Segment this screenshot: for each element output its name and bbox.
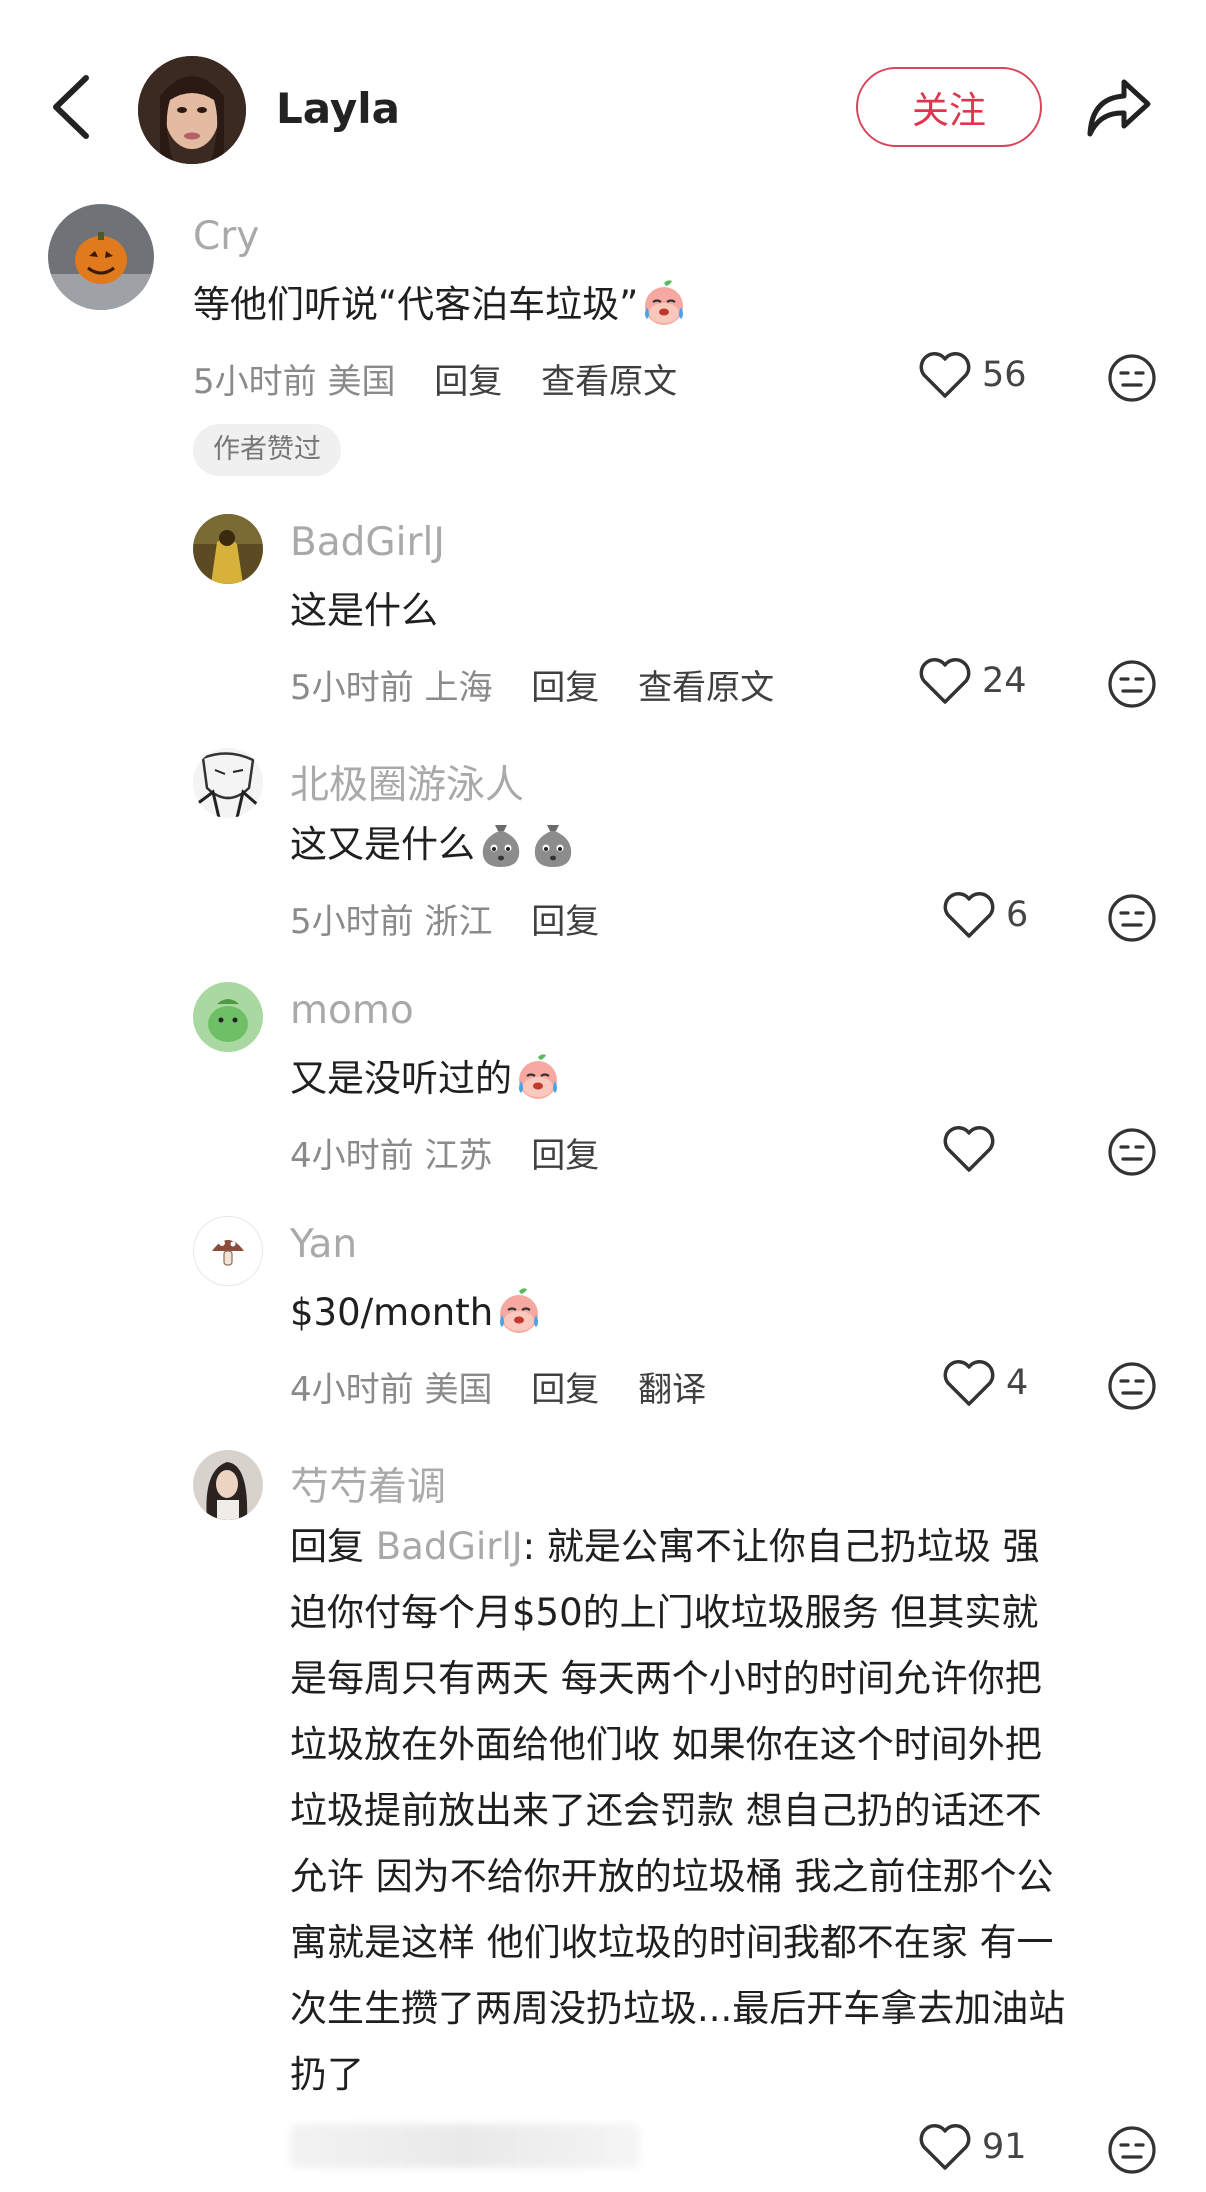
- crying-peach-emoji-icon: [519, 1053, 557, 1099]
- comment-text-line: 垃圾放在外面给他们收 如果你在这个时间外把: [290, 1723, 1042, 1766]
- comment-text-body: 这又是什么: [290, 823, 475, 866]
- heart-outline-icon: [943, 1360, 995, 1406]
- reply-prefix: 回复: [290, 1525, 364, 1568]
- comment-time: 4小时前: [290, 1136, 414, 1176]
- heart-outline-icon: [919, 352, 971, 398]
- comment-meta: 5小时前 美国 回复 查看原文: [193, 354, 677, 403]
- like-count: 91: [982, 2127, 1027, 2167]
- commenter-username[interactable]: 北极圈游泳人: [290, 754, 524, 810]
- meh-face-icon[interactable]: [1106, 892, 1158, 944]
- commenter-avatar[interactable]: [193, 514, 263, 584]
- comment-text: $30/month: [290, 1280, 545, 1346]
- commenter-username[interactable]: 芍芍着调: [290, 1456, 446, 1512]
- comment-text-body: $30/month: [290, 1291, 494, 1334]
- commenter-username[interactable]: Cry: [193, 214, 259, 259]
- comment-text: 这是什么: [290, 589, 438, 632]
- commenter-avatar[interactable]: [193, 748, 263, 818]
- like-button[interactable]: 91: [918, 2122, 1027, 2172]
- comment-time: 5小时前: [193, 362, 317, 402]
- share-icon[interactable]: [1086, 76, 1152, 138]
- crying-peach-emoji-icon: [500, 1287, 539, 1333]
- commenter-avatar[interactable]: [48, 204, 154, 310]
- comment-meta: 4小时前 美国 回复 翻译: [290, 1362, 706, 1411]
- commenter-username[interactable]: momo: [290, 988, 414, 1033]
- translate-button[interactable]: 翻译: [638, 1370, 706, 1410]
- comment-time: 4小时前: [290, 1370, 414, 1410]
- comment-location: 浙江: [424, 902, 493, 942]
- meh-face-icon[interactable]: [1106, 2124, 1158, 2176]
- view-original-button[interactable]: 查看原文: [638, 668, 774, 708]
- meh-face-icon[interactable]: [1106, 1360, 1158, 1412]
- like-button[interactable]: 24: [918, 656, 1027, 706]
- comment-location: 上海: [424, 668, 493, 708]
- comment-text: 这又是什么: [290, 812, 579, 878]
- like-count: 56: [982, 355, 1027, 395]
- reply-button[interactable]: 回复: [531, 1370, 599, 1410]
- like-button[interactable]: 6: [942, 890, 1028, 940]
- comment-text-line: 迫你付每个月$50的上门收垃圾服务 但其实就: [290, 1591, 1039, 1634]
- like-count: 4: [1006, 1363, 1029, 1403]
- comment-time: 5小时前: [290, 668, 414, 708]
- reply-button[interactable]: 回复: [434, 362, 502, 402]
- meh-face-icon[interactable]: [1106, 1126, 1158, 1178]
- like-button[interactable]: [942, 1124, 996, 1174]
- commenter-avatar[interactable]: [193, 1216, 263, 1286]
- like-count: 24: [982, 661, 1027, 701]
- follow-button[interactable]: 关注: [856, 67, 1042, 147]
- reply-button[interactable]: 回复: [531, 668, 599, 708]
- heart-outline-icon: [919, 2124, 971, 2170]
- meh-face-icon[interactable]: [1106, 658, 1158, 710]
- heart-outline-icon: [919, 658, 971, 704]
- comment-text-line: 垃圾提前放出来了还会罚款 想自己扔的话还不: [290, 1789, 1042, 1832]
- comment-text-line: 回复 BadGirlJ: 就是公寓不让你自己扔垃圾 强: [290, 1514, 1170, 1580]
- author-liked-badge: 作者赞过: [193, 424, 341, 476]
- like-count: 6: [1006, 895, 1029, 935]
- comment-text-line: 寓就是这样 他们收垃圾的时间我都不在家 有一: [290, 1921, 1054, 1964]
- comment-meta: 5小时前 浙江 回复: [290, 894, 599, 943]
- gray-bag-emoji-icon: [534, 824, 572, 867]
- comment-text-body: 又是没听过的: [290, 1057, 512, 1100]
- comment-text-line: 扔了: [290, 2053, 364, 2096]
- meh-face-icon[interactable]: [1106, 352, 1158, 404]
- commenter-username[interactable]: BadGirlJ: [290, 520, 445, 565]
- comment-location: 美国: [424, 1370, 493, 1410]
- commenter-avatar[interactable]: [193, 1450, 263, 1520]
- comment-text: 回复 BadGirlJ: 就是公寓不让你自己扔垃圾 强 迫你付每个月$50的上门…: [290, 1514, 1170, 2108]
- comment-text-line: 允许 因为不给你开放的垃圾桶 我之前住那个公: [290, 1855, 1054, 1898]
- reply-target-username[interactable]: BadGirlJ: [376, 1525, 523, 1568]
- comment-text-body: 等他们听说“代客泊车垃圾”: [193, 283, 639, 326]
- heart-outline-icon: [943, 892, 995, 938]
- comment-time: 5小时前: [290, 902, 414, 942]
- comment-location: 江苏: [424, 1136, 493, 1176]
- reply-button[interactable]: 回复: [531, 1136, 599, 1176]
- comment-text-line: 是每周只有两天 每天两个小时的时间允许你把: [290, 1657, 1042, 1700]
- back-chevron-icon[interactable]: [48, 72, 94, 142]
- view-original-button[interactable]: 查看原文: [541, 362, 677, 402]
- like-button[interactable]: 56: [918, 350, 1027, 400]
- comment-text-segment: : 就是公寓不让你自己扔垃圾 强: [522, 1525, 1040, 1568]
- commenter-avatar[interactable]: [193, 982, 263, 1052]
- like-button[interactable]: 4: [942, 1358, 1028, 1408]
- commenter-username[interactable]: Yan: [290, 1222, 357, 1267]
- comment-text-line: 次生生攒了两周没扔垃圾...最后开车拿去加油站: [290, 1987, 1066, 2030]
- comment-meta: 5小时前 上海 回复 查看原文: [290, 660, 774, 709]
- comment-meta: 4小时前 江苏 回复: [290, 1128, 599, 1177]
- profile-avatar[interactable]: [138, 56, 246, 164]
- gray-bag-emoji-icon: [482, 824, 520, 867]
- heart-outline-icon: [943, 1126, 995, 1172]
- comment-location: 美国: [327, 362, 396, 402]
- comment-text: 等他们听说“代客泊车垃圾”: [193, 272, 690, 338]
- crying-peach-emoji-icon: [645, 279, 684, 325]
- comment-text: 又是没听过的: [290, 1046, 564, 1112]
- blurred-meta-placeholder: [290, 2124, 640, 2168]
- reply-button[interactable]: 回复: [531, 902, 599, 942]
- profile-username[interactable]: Layla: [276, 84, 400, 133]
